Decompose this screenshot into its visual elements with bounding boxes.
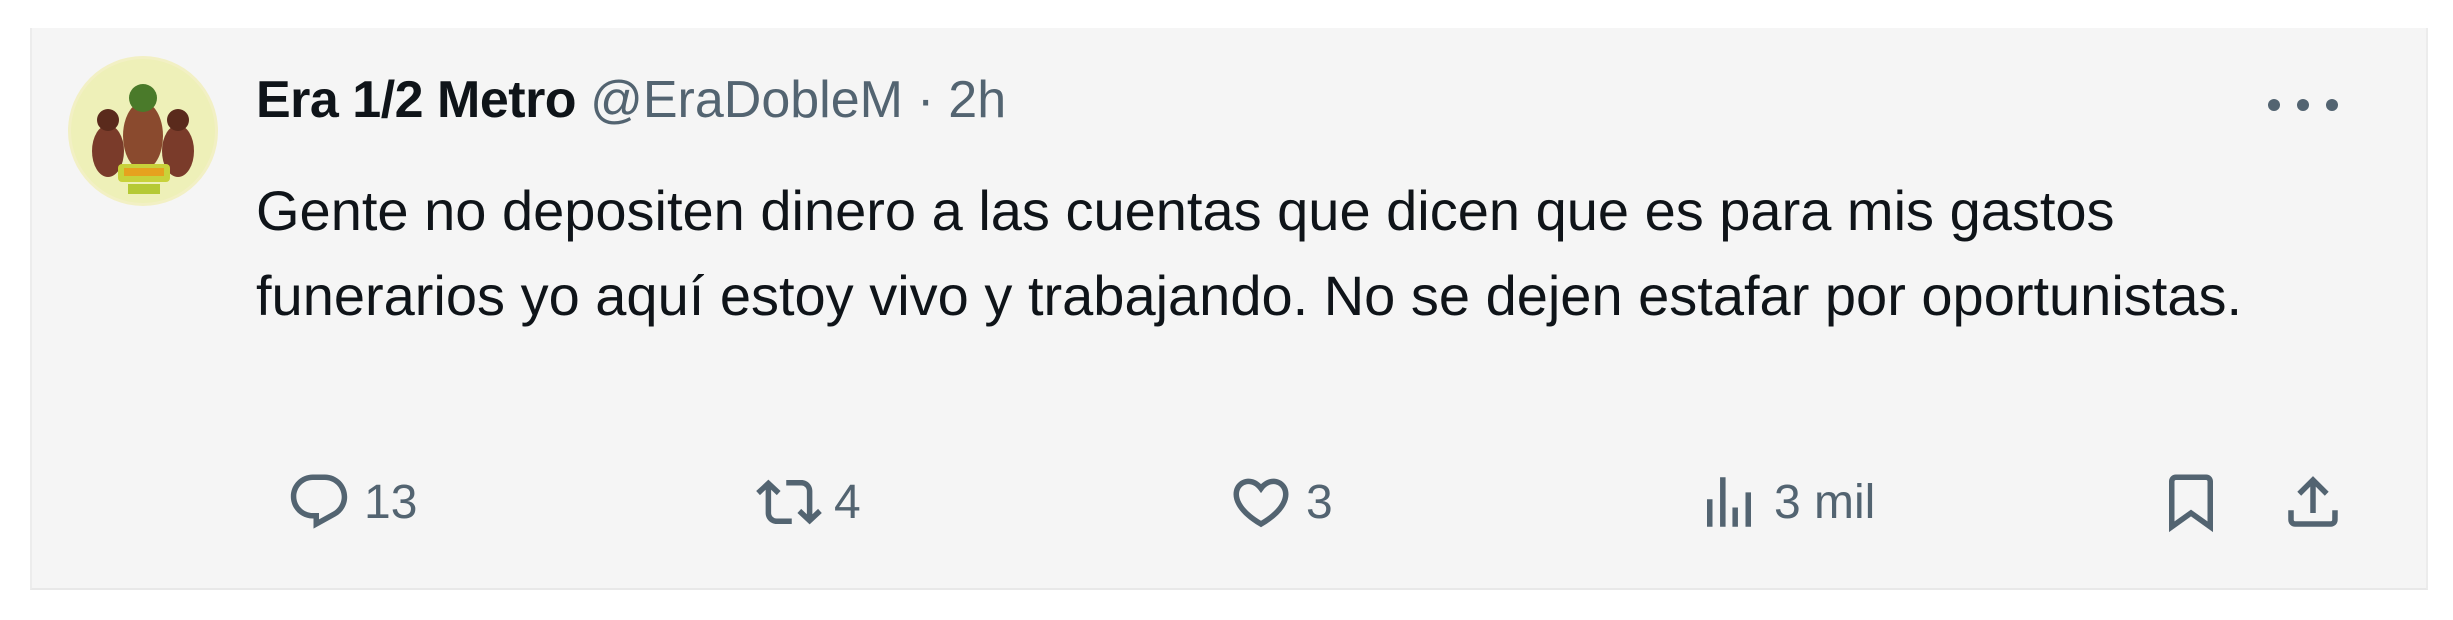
tweet-text: Gente no depositen dinero a las cuentas … [256, 179, 2243, 327]
reply-icon [290, 474, 348, 529]
more-options-icon[interactable] [2268, 90, 2338, 120]
views-chart-icon [1707, 477, 1751, 527]
top-divider-strip [0, 0, 2453, 28]
heart-icon [1233, 478, 1289, 528]
views-button[interactable]: 3 mil [1696, 460, 1875, 544]
bottom-divider-strip [0, 590, 2453, 620]
avatar-image [68, 56, 218, 206]
header-separator: · [916, 71, 935, 129]
retweet-button[interactable]: 4 [756, 460, 861, 544]
reply-button[interactable]: 13 [286, 460, 417, 544]
tweet-actions-bar: 13 4 3 3 mil [256, 460, 2376, 544]
tweet-header: Era 1/2 Metro @EraDobleM · 2h [256, 64, 1006, 136]
user-handle[interactable]: @EraDobleM [590, 70, 903, 130]
reply-count: 13 [364, 475, 418, 529]
share-icon [2288, 476, 2338, 527]
share-button[interactable] [2280, 460, 2346, 544]
timestamp[interactable]: 2h [948, 70, 1006, 130]
retweet-icon [756, 479, 822, 525]
avatar[interactable] [68, 56, 218, 206]
like-button[interactable]: 3 [1228, 460, 1333, 544]
retweet-count: 4 [834, 475, 861, 529]
bookmark-icon [2169, 474, 2213, 533]
bookmark-button[interactable] [2158, 460, 2224, 544]
display-name[interactable]: Era 1/2 Metro [256, 70, 577, 130]
like-count: 3 [1306, 475, 1333, 529]
views-count: 3 mil [1774, 475, 1876, 529]
